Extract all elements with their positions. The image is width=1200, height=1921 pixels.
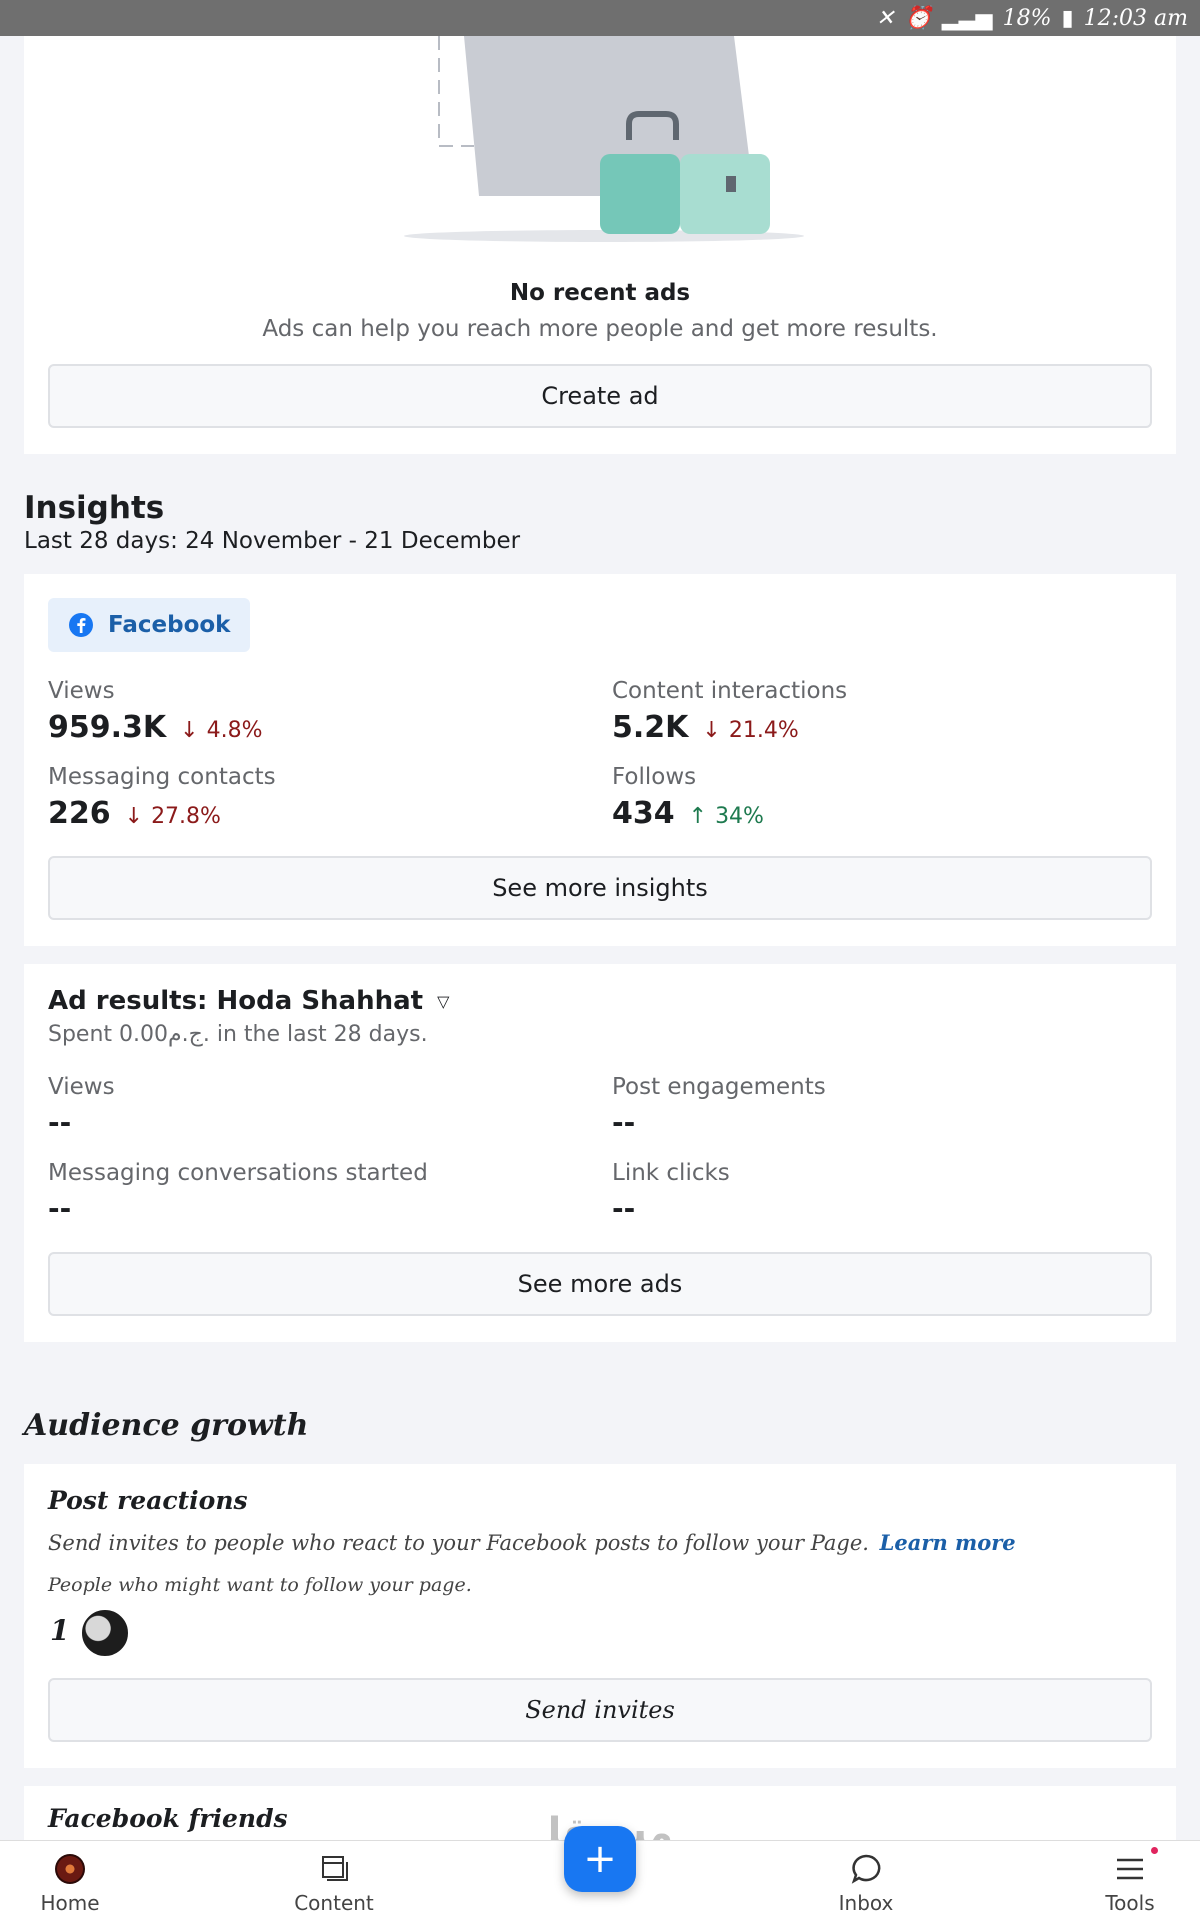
people-label: People who might want to follow your pag…	[48, 1574, 472, 1596]
arrow-down-icon: ↓	[180, 718, 199, 743]
learn-more-link[interactable]: Learn more	[880, 1530, 1016, 1555]
metric-value: --	[48, 1106, 72, 1139]
metric-value: --	[612, 1106, 636, 1139]
metric-number: 226	[48, 796, 111, 831]
metric-number: 434	[612, 796, 675, 831]
metric-label: Link clicks	[612, 1160, 730, 1186]
ads-card: No recent ads Ads can help you reach mor…	[24, 36, 1176, 454]
audience-growth-title: Audience growth	[24, 1408, 309, 1443]
create-fab[interactable]: +	[564, 1826, 636, 1892]
no-ads-subtitle: Ads can help you reach more people and g…	[262, 316, 938, 342]
metric-value: 434 ↑ 34%	[612, 796, 764, 831]
metric-label: Views	[48, 1074, 115, 1100]
insights-card: Facebook Views 959.3K ↓ 4.8% Content int…	[24, 574, 1176, 946]
facebook-icon	[69, 613, 93, 637]
signal-icon: ▂▃▅	[941, 5, 993, 31]
menu-icon	[1112, 1847, 1158, 1887]
no-ads-title: No recent ads	[509, 280, 691, 306]
metric-delta: 4.8%	[206, 718, 263, 743]
avatar[interactable]	[80, 1608, 130, 1658]
ad-results-spent: Spent 0.00ج.م. in the last 28 days.	[48, 1022, 428, 1047]
arrow-down-icon: ↓	[124, 804, 144, 829]
chat-bubble-icon	[848, 1851, 884, 1887]
battery-icon: ▮	[1061, 5, 1074, 31]
people-count: 1	[50, 1614, 70, 1647]
facebook-chip-label: Facebook	[108, 612, 231, 638]
metric-value: 959.3K ↓ 4.8%	[48, 710, 262, 745]
content-icon	[316, 1851, 352, 1887]
dropdown-triangle-icon: ▽	[437, 991, 450, 1011]
ad-results-title-row[interactable]: Ad results: Hoda Shahhat ▽	[48, 986, 449, 1016]
nav-home-label: Home	[40, 1891, 100, 1915]
metric-value: 226 ↓ 27.8%	[48, 796, 221, 831]
insights-title: Insights	[24, 490, 165, 526]
metric-label: Follows	[612, 764, 697, 790]
nav-tools[interactable]: Tools	[1060, 1841, 1200, 1921]
metric-label: Post engagements	[612, 1074, 826, 1100]
plus-icon: +	[583, 1836, 617, 1882]
insights-date-range: Last 28 days: 24 November - 21 December	[24, 528, 521, 554]
nav-tools-label: Tools	[1105, 1891, 1155, 1915]
metric-delta: 21.4%	[728, 718, 799, 743]
send-invites-button[interactable]: Send invites	[48, 1678, 1152, 1742]
nav-inbox-label: Inbox	[838, 1891, 894, 1915]
arrow-up-icon: ↑	[688, 804, 708, 829]
description-text: Send invites to people who react to your…	[48, 1531, 869, 1555]
ad-results-card: Ad results: Hoda Shahhat ▽ Spent 0.00ج.م…	[24, 964, 1176, 1342]
see-more-insights-button[interactable]: See more insights	[48, 856, 1152, 920]
metric-number: 5.2K	[612, 710, 689, 745]
arrow-down-icon: ↓	[702, 718, 721, 743]
facebook-chip[interactable]: Facebook	[48, 598, 251, 652]
metric-delta: 27.8%	[151, 804, 221, 829]
post-reactions-title: Post reactions	[48, 1486, 248, 1515]
metric-label: Views	[48, 678, 115, 704]
briefcase-illustration	[404, 36, 804, 242]
metric-label: Messaging conversations started	[48, 1160, 428, 1186]
metric-label: Messaging contacts	[48, 764, 276, 790]
post-reactions-description: Send invites to people who react to your…	[48, 1530, 1016, 1555]
page-avatar-icon	[52, 1851, 88, 1887]
metric-label: Content interactions	[612, 678, 848, 704]
clock: 12:03 am	[1083, 5, 1188, 31]
metric-number: 959.3K	[48, 710, 167, 745]
nav-content-label: Content	[294, 1891, 374, 1915]
nav-content[interactable]: Content	[264, 1841, 404, 1921]
see-more-ads-button[interactable]: See more ads	[48, 1252, 1152, 1316]
status-bar: ✕ ⏰ ▂▃▅ 18% ▮ 12:03 am	[0, 0, 1200, 36]
battery-level: 18%	[1002, 5, 1052, 31]
ad-results-title: Ad results: Hoda Shahhat	[48, 986, 424, 1016]
nav-inbox[interactable]: Inbox	[796, 1841, 936, 1921]
metric-value: 5.2K ↓ 21.4%	[612, 710, 799, 745]
nav-home[interactable]: Home	[0, 1841, 140, 1921]
facebook-friends-title: Facebook friends	[48, 1804, 288, 1833]
post-reactions-card: Post reactions Send invites to people wh…	[24, 1464, 1176, 1768]
metric-delta: 34%	[715, 804, 764, 829]
metric-value: --	[48, 1192, 72, 1225]
mute-icon: ✕	[876, 5, 895, 31]
create-ad-button[interactable]: Create ad	[48, 364, 1152, 428]
notification-dot	[1151, 1847, 1158, 1854]
alarm-icon: ⏰	[904, 5, 932, 31]
metric-value: --	[612, 1192, 636, 1225]
